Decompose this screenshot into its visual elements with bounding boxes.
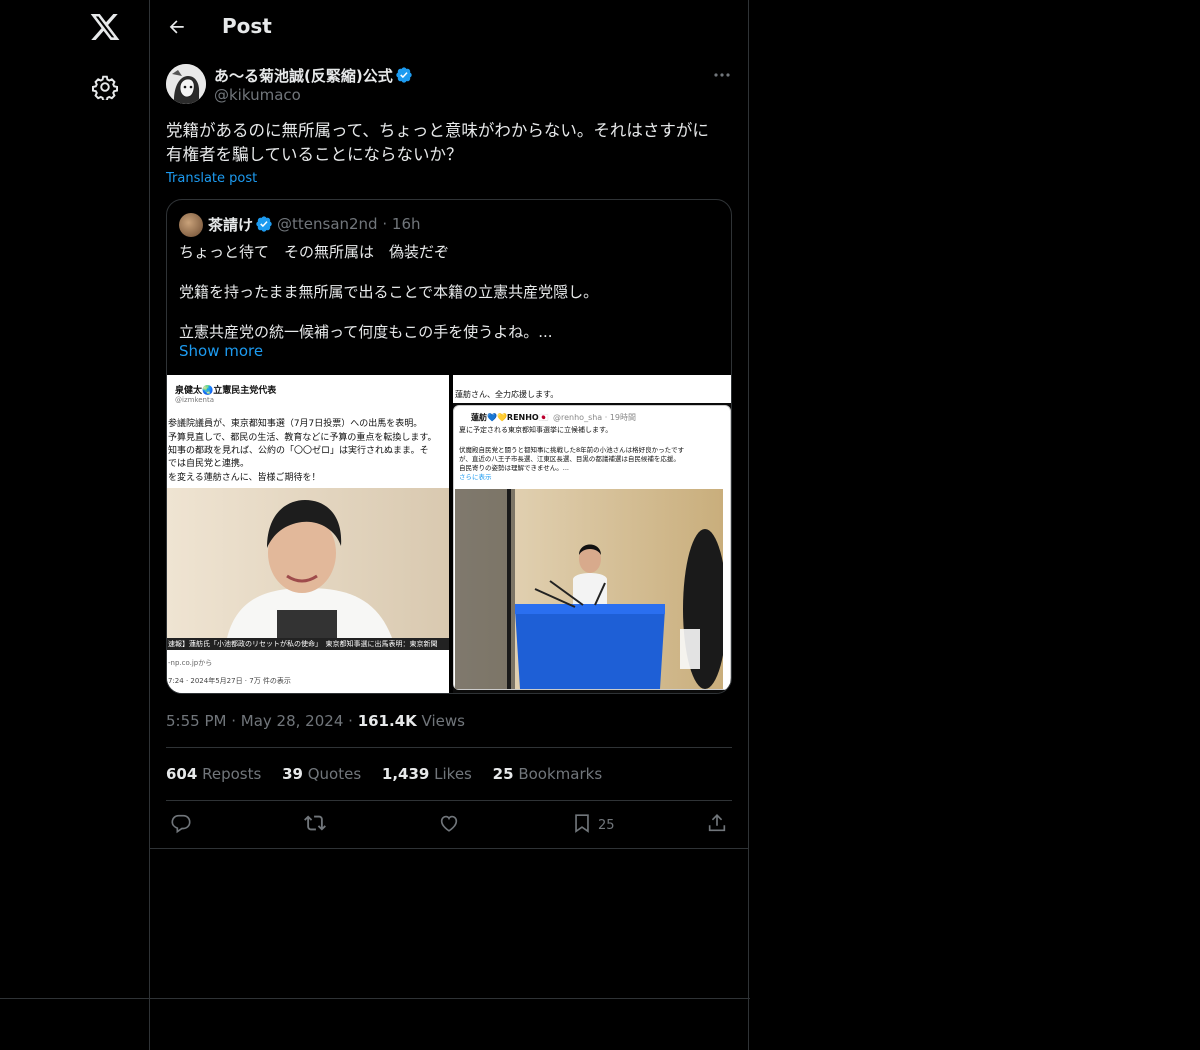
avatar-illustration — [166, 64, 206, 104]
img-right-show-more: さらに表示 — [459, 473, 492, 481]
arrow-left-icon[interactable] — [164, 15, 188, 39]
author-handle[interactable]: @kikumaco — [214, 86, 301, 104]
quotes-count: 39 — [282, 765, 303, 783]
author-name-text: あ〜る菊池誠(反緊縮)公式 — [214, 67, 393, 85]
show-more-link[interactable]: Show more — [179, 342, 263, 360]
reposts-stat[interactable]: 604 Reposts — [166, 765, 261, 783]
img-left-line: 予算見直しで、都民の生活、教育などに予算の重点を転換します。 — [168, 433, 437, 443]
post-date[interactable]: May 28, 2024 — [241, 712, 344, 730]
img-left-source: -np.co.jpから — [168, 659, 213, 667]
media-image-left[interactable]: 泉健太🌏立憲民主党代表 @izmkenta 参議院議員が、東京都知事選（7月7日… — [167, 375, 449, 693]
verified-badge-icon — [396, 67, 412, 83]
quoted-text-line: 立憲共産党の統一候補って何度もこの手を使うよね。... — [179, 323, 553, 341]
x-logo-icon[interactable] — [89, 11, 121, 43]
quoted-meta: @ttensan2nd · 16h — [277, 215, 421, 233]
translate-post-link[interactable]: Translate post — [166, 171, 257, 186]
img-right-name: 蓮舫💙💛RENHO🇯🇵 — [471, 413, 549, 422]
left-nav — [0, 0, 150, 1050]
quoted-author-name-text: 茶請け — [208, 216, 254, 234]
repost-icon[interactable] — [304, 812, 326, 834]
quoted-text-line: ちょっと待て その無所属は 偽装だぞ — [179, 243, 450, 261]
quoted-age: 16h — [391, 215, 421, 233]
reposts-label: Reposts — [202, 765, 262, 783]
post-text: 党籍があるのに無所属って、ちょっと意味がわからない。それはさすがに 有権者を騙し… — [166, 119, 736, 167]
quoted-author-name: 茶請け — [208, 214, 273, 235]
img-right-handle: @renho_sha · 19時間 — [553, 413, 637, 422]
verified-badge-icon — [256, 216, 272, 232]
divider — [150, 848, 748, 849]
likes-label: Likes — [434, 765, 472, 783]
quoted-text-line: 党籍を持ったまま無所属で出ることで本籍の立憲共産党隠し。 — [179, 283, 599, 301]
quoted-post[interactable]: 茶請け @ttensan2nd · 16h ちょっと待て その無所属は 偽装だぞ… — [166, 199, 732, 694]
bookmarks-count: 25 — [492, 765, 514, 783]
avatar[interactable] — [166, 64, 206, 104]
quotes-stat[interactable]: 39 Quotes — [282, 765, 361, 783]
quoted-media: 泉健太🌏立憲民主党代表 @izmkenta 参議院議員が、東京都知事選（7月7日… — [167, 375, 731, 693]
post-stats: 604 Reposts 39 Quotes 1,439 Likes 25 Boo… — [166, 765, 618, 783]
reposts-count: 604 — [166, 765, 198, 783]
likes-stat[interactable]: 1,439 Likes — [382, 765, 472, 783]
img-left-caption: 速報】蓮舫氏「小池都政のリセットが私の使命」 東京都知事選に出馬表明：東京新聞 — [168, 640, 438, 648]
post-text-line: 党籍があるのに無所属って、ちょっと意味がわからない。それはさすがに — [166, 121, 709, 140]
img-left-name: 泉健太🌏立憲民主党代表 — [175, 386, 277, 396]
likes-count: 1,439 — [381, 765, 430, 783]
img-right-line: 夏に予定される東京都知事選挙に立候補します。 — [459, 426, 613, 434]
bookmarks-stat[interactable]: 25 Bookmarks — [493, 765, 602, 783]
ellipsis-icon[interactable] — [710, 65, 734, 85]
page-title: Post — [222, 14, 272, 38]
author-name[interactable]: あ〜る菊池誠(反緊縮)公式 — [214, 65, 413, 86]
bookmarks-label: Bookmarks — [518, 765, 603, 783]
post-time[interactable]: 5:55 PM — [166, 712, 226, 730]
divider — [166, 747, 732, 748]
quoted-author-handle: @ttensan2nd — [277, 215, 378, 233]
heart-icon[interactable] — [438, 812, 460, 834]
divider — [0, 998, 750, 999]
views-count: 161.4K — [357, 712, 417, 730]
action-bar: 25 — [166, 812, 732, 840]
post-timestamp: 5:55 PM · May 28, 2024 · 161.4K Views — [166, 712, 465, 730]
photo-left — [167, 488, 449, 638]
img-left-footer: 速報】蓮舫氏「小池都政のリセットが私の使命」 東京都知事選に出馬表明：東京新聞 … — [167, 638, 449, 693]
img-left-line: を変える蓮舫さんに、皆様ご期待を！ — [168, 473, 321, 483]
share-icon[interactable] — [706, 812, 728, 834]
quoted-avatar — [179, 213, 203, 237]
divider — [166, 800, 732, 801]
gear-icon[interactable] — [92, 74, 118, 100]
img-right-top: 蓮舫さん、全力応援します。 — [455, 390, 559, 399]
img-left-line: 知事の都政を見れば、公約の「〇〇ゼロ」は実行されぬまま。そ — [168, 446, 429, 456]
img-left-line: では自民党と連携。 — [168, 459, 250, 469]
page-header: Post — [150, 0, 748, 53]
bookmark-icon[interactable] — [571, 812, 593, 834]
views-label: Views — [421, 712, 465, 730]
main-column: Post あ〜る菊池誠(反緊縮)公式 @kikumaco 党籍があるのに無所属っ… — [150, 0, 749, 1050]
photo-right — [455, 489, 723, 689]
media-image-right[interactable]: 蓮舫さん、全力応援します。 蓮舫💙💛RENHO🇯🇵 @renho_sha · 1… — [453, 375, 731, 693]
img-left-handle: @izmkenta — [175, 396, 215, 404]
post-text-line: 有権者を騙していることにならないか？ — [166, 145, 463, 164]
img-left-line: 参議院議員が、東京都知事選（7月7日投票）への出馬を表明。 — [168, 419, 423, 429]
bookmark-count: 25 — [598, 818, 615, 833]
reply-icon[interactable] — [170, 812, 192, 834]
img-left-foot: 7:24 · 2024年5月27日 · 7万 件の表示 — [168, 677, 291, 685]
quotes-label: Quotes — [307, 765, 362, 783]
